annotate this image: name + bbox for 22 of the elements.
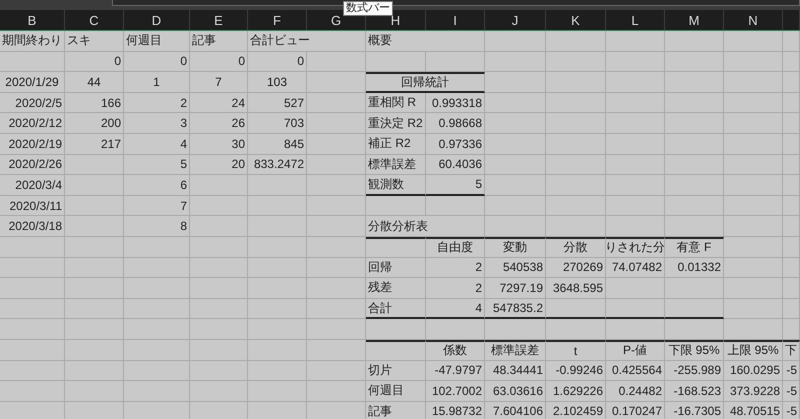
empty-cell <box>783 319 800 340</box>
column-header[interactable]: K <box>546 10 606 30</box>
column-header[interactable]: B <box>0 10 65 30</box>
column-header[interactable]: J <box>485 10 546 30</box>
column-header[interactable]: I <box>426 10 485 30</box>
table-cell: 2.102459 <box>546 402 606 419</box>
table-cell: 15.98732 <box>426 402 485 419</box>
table-cell: 7.604106 <box>485 402 546 419</box>
tooltip: 数式バー <box>343 1 393 16</box>
table-cell: -5 <box>783 402 800 419</box>
column-header[interactable]: D <box>124 10 190 30</box>
table-cell: 0.170247 <box>606 402 665 419</box>
table-cell: -16.7305 <box>665 402 724 419</box>
table-cell: 記事 <box>366 402 426 419</box>
column-header[interactable]: F <box>248 10 307 30</box>
column-header[interactable]: C <box>65 10 124 30</box>
table-cell: 分散分析表 <box>366 216 485 237</box>
column-header[interactable]: L <box>606 10 665 30</box>
column-header[interactable]: M <box>665 10 724 30</box>
column-header[interactable]: N <box>724 10 783 30</box>
table-cell: 48.70515 <box>724 402 783 419</box>
column-header[interactable]: E <box>190 10 248 30</box>
